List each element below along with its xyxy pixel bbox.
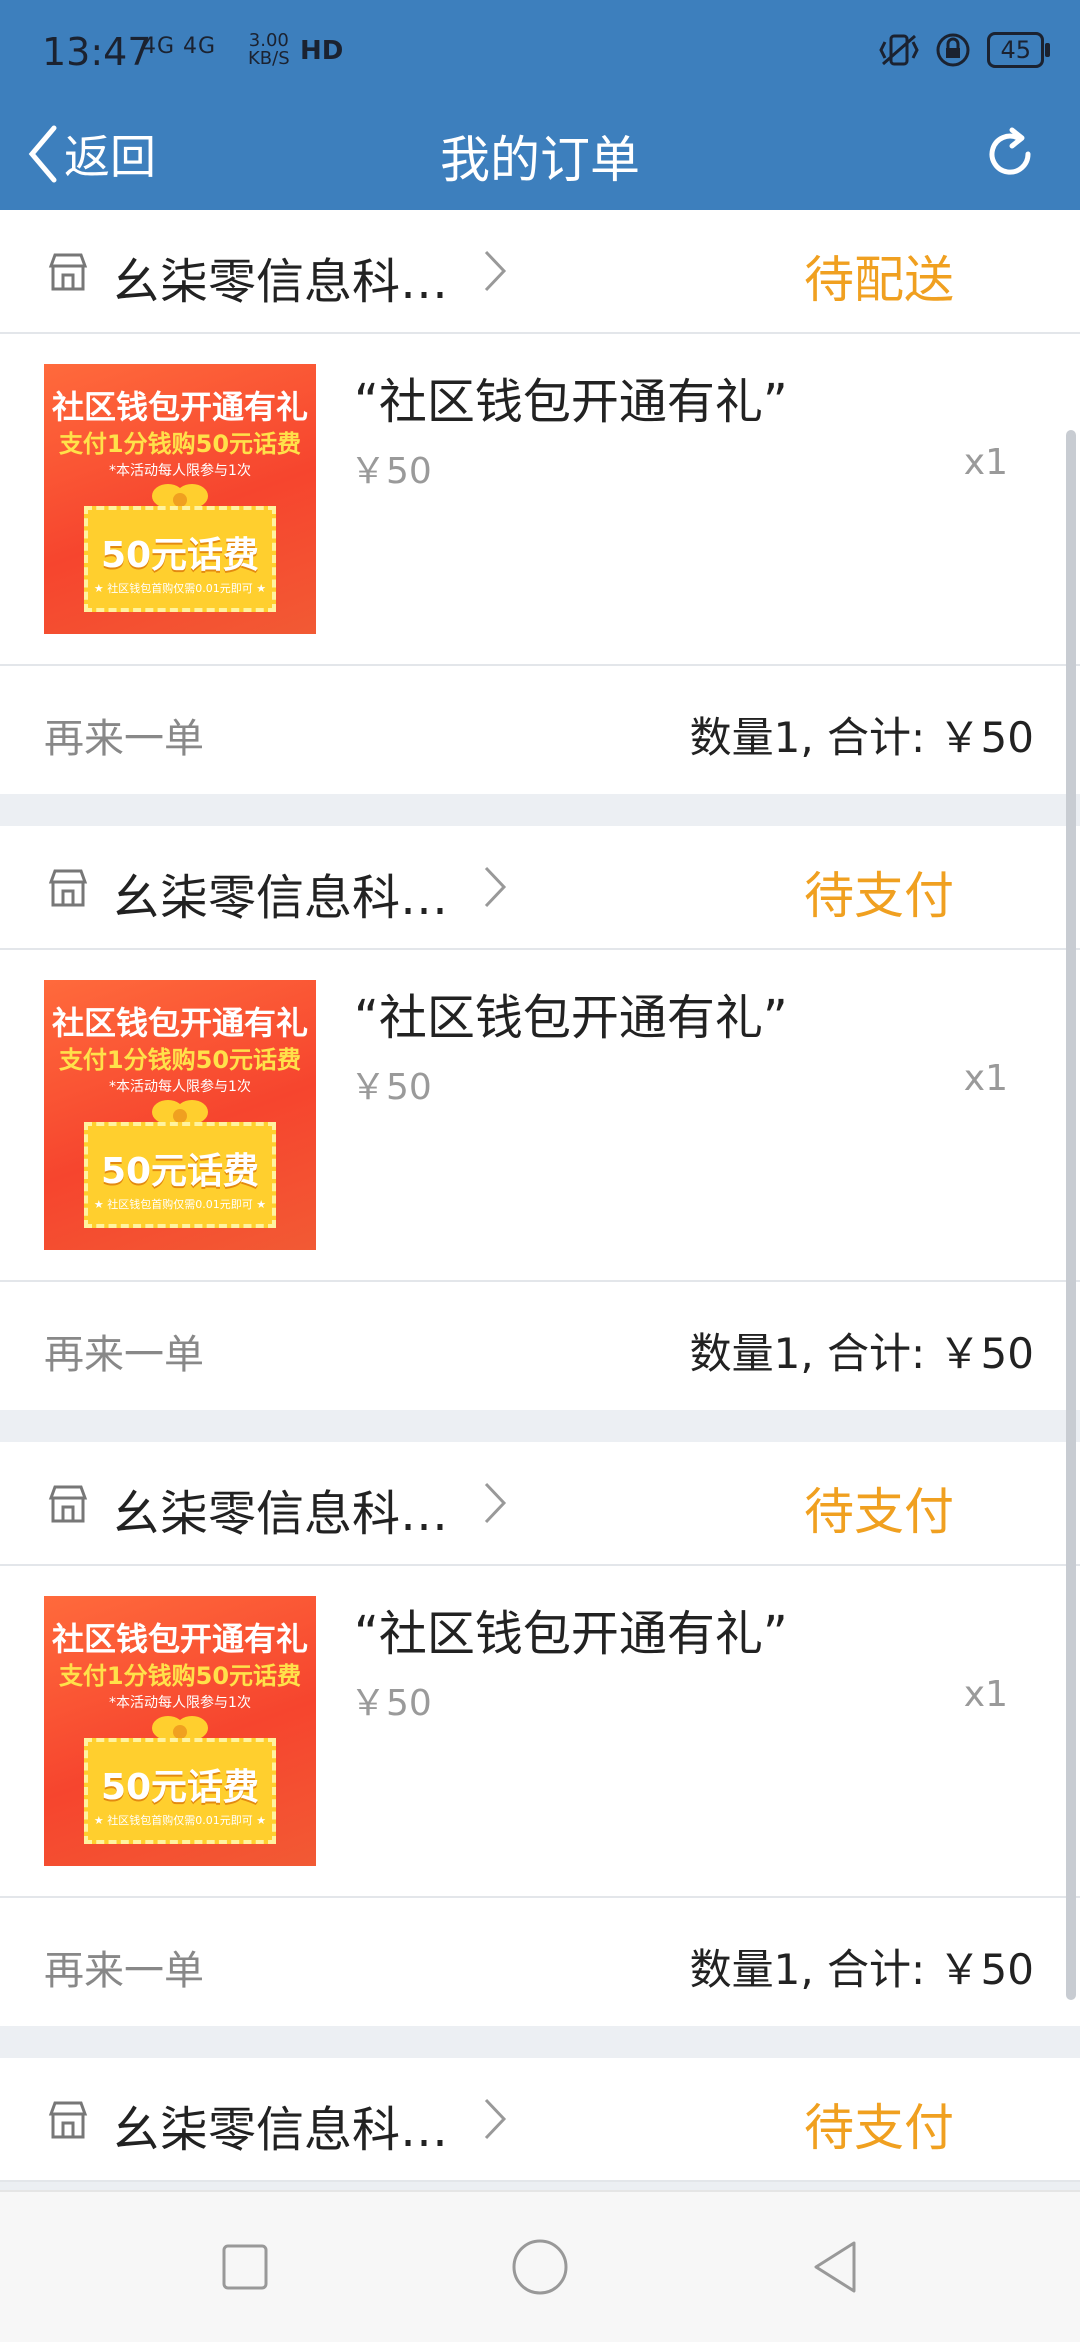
product-name: “社区钱包开通有礼” [354,1606,788,1662]
order-card: 幺柒零信息科… 待支付 社区钱包开通有礼 支付1分钱购50元话费 *本活动每人限… [0,826,1080,1410]
store-icon [48,253,88,291]
square-icon [222,2244,268,2290]
order-status: 待支付 [804,867,954,925]
product-price: ￥50 [350,1683,432,1724]
order-item[interactable]: 社区钱包开通有礼 支付1分钱购50元话费 *本活动每人限参与1次 50元话费 ★… [0,334,1080,666]
page-title: 我的订单 [440,131,640,189]
battery-indicator: 45 [987,32,1050,68]
hd-indicator: HD [300,36,344,66]
triangle-back-icon [814,2241,856,2293]
chevron-right-icon [484,2098,507,2140]
chevron-right-icon [484,866,507,908]
product-price: ￥50 [350,1067,432,1108]
shop-name: 幺柒零信息科… [112,1486,449,1542]
product-price: ￥50 [350,451,432,492]
order-status: 待支付 [804,1483,954,1541]
product-image: 社区钱包开通有礼 支付1分钱购50元话费 *本活动每人限参与1次 50元话费 ★… [44,980,316,1250]
store-icon [48,869,88,907]
title-row: 返回 我的订单 [0,100,1080,210]
shop-name: 幺柒零信息科… [112,870,449,926]
refresh-button[interactable] [970,114,1050,194]
product-image: 社区钱包开通有礼 支付1分钱购50元话费 *本活动每人限参与1次 50元话费 ★… [44,1596,316,1866]
status-right: 45 [879,30,1050,70]
shop-name: 幺柒零信息科… [112,254,449,310]
order-header[interactable]: 幺柒零信息科… 待支付 [0,1442,1080,1566]
reorder-button[interactable]: 再来一单 [44,706,204,764]
shop-name: 幺柒零信息科… [112,2102,449,2158]
chevron-right-icon [484,250,507,292]
order-total: 数量1, 合计: ￥50 [689,713,1034,762]
system-nav-bar [0,2190,1080,2342]
back-nav-button[interactable] [800,2232,870,2302]
product-name: “社区钱包开通有礼” [354,990,788,1046]
store-icon [48,2101,88,2139]
order-header[interactable]: 幺柒零信息科… 待支付 [0,826,1080,950]
order-card: 幺柒零信息科… 待支付 [0,2058,1080,2182]
order-card: 幺柒零信息科… 待支付 社区钱包开通有礼 支付1分钱购50元话费 *本活动每人限… [0,1442,1080,2026]
product-image: 社区钱包开通有礼 支付1分钱购50元话费 *本活动每人限参与1次 50元话费 ★… [44,364,316,634]
reorder-button[interactable]: 再来一单 [44,1322,204,1380]
reorder-button[interactable]: 再来一单 [44,1938,204,1996]
scrollbar[interactable] [1066,430,1076,2000]
order-list[interactable]: 幺柒零信息科… 待配送 社区钱包开通有礼 支付1分钱购50元话费 *本活动每人限… [0,210,1080,2190]
refresh-icon [989,127,1031,175]
network-indicator: 4G 4G [142,34,217,59]
order-header[interactable]: 幺柒零信息科… 待支付 [0,2058,1080,2182]
vibrate-icon [879,34,920,66]
order-item[interactable]: 社区钱包开通有礼 支付1分钱购50元话费 *本活动每人限参与1次 50元话费 ★… [0,1566,1080,1898]
recent-apps-button[interactable] [210,2232,280,2302]
order-card: 幺柒零信息科… 待配送 社区钱包开通有礼 支付1分钱购50元话费 *本活动每人限… [0,210,1080,794]
product-quantity: x1 [963,442,1008,483]
product-quantity: x1 [963,1058,1008,1099]
status-time: 13:47 [42,30,152,74]
gift-box: 50元话费 ★ 社区钱包首购仅需0.01元即可 ★ [84,1122,276,1228]
product-quantity: x1 [963,1674,1008,1715]
order-header[interactable]: 幺柒零信息科… 待配送 [0,210,1080,334]
gift-box: 50元话费 ★ 社区钱包首购仅需0.01元即可 ★ [84,506,276,612]
order-status: 待支付 [804,2099,954,2157]
order-item[interactable]: 社区钱包开通有礼 支付1分钱购50元话费 *本活动每人限参与1次 50元话费 ★… [0,950,1080,1282]
lock-rotation-icon [936,33,970,67]
order-footer: 再来一单 数量1, 合计: ￥50 [0,1898,1080,2026]
chevron-right-icon [484,1482,507,1524]
order-footer: 再来一单 数量1, 合计: ￥50 [0,666,1080,794]
status-bar: 13:47 4G 4G 3.00 KB/S HD 45 [0,0,1080,100]
product-name: “社区钱包开通有礼” [354,374,788,430]
order-total: 数量1, 合计: ￥50 [689,1945,1034,1994]
app-bar: 13:47 4G 4G 3.00 KB/S HD 45 返回 我的订单 [0,0,1080,210]
home-button[interactable] [505,2232,575,2302]
order-status: 待配送 [804,251,954,309]
gift-box: 50元话费 ★ 社区钱包首购仅需0.01元即可 ★ [84,1738,276,1844]
circle-icon [512,2239,568,2295]
store-icon [48,1485,88,1523]
order-total: 数量1, 合计: ￥50 [689,1329,1034,1378]
order-footer: 再来一单 数量1, 合计: ￥50 [0,1282,1080,1410]
network-speed: 3.00 KB/S [248,30,290,69]
